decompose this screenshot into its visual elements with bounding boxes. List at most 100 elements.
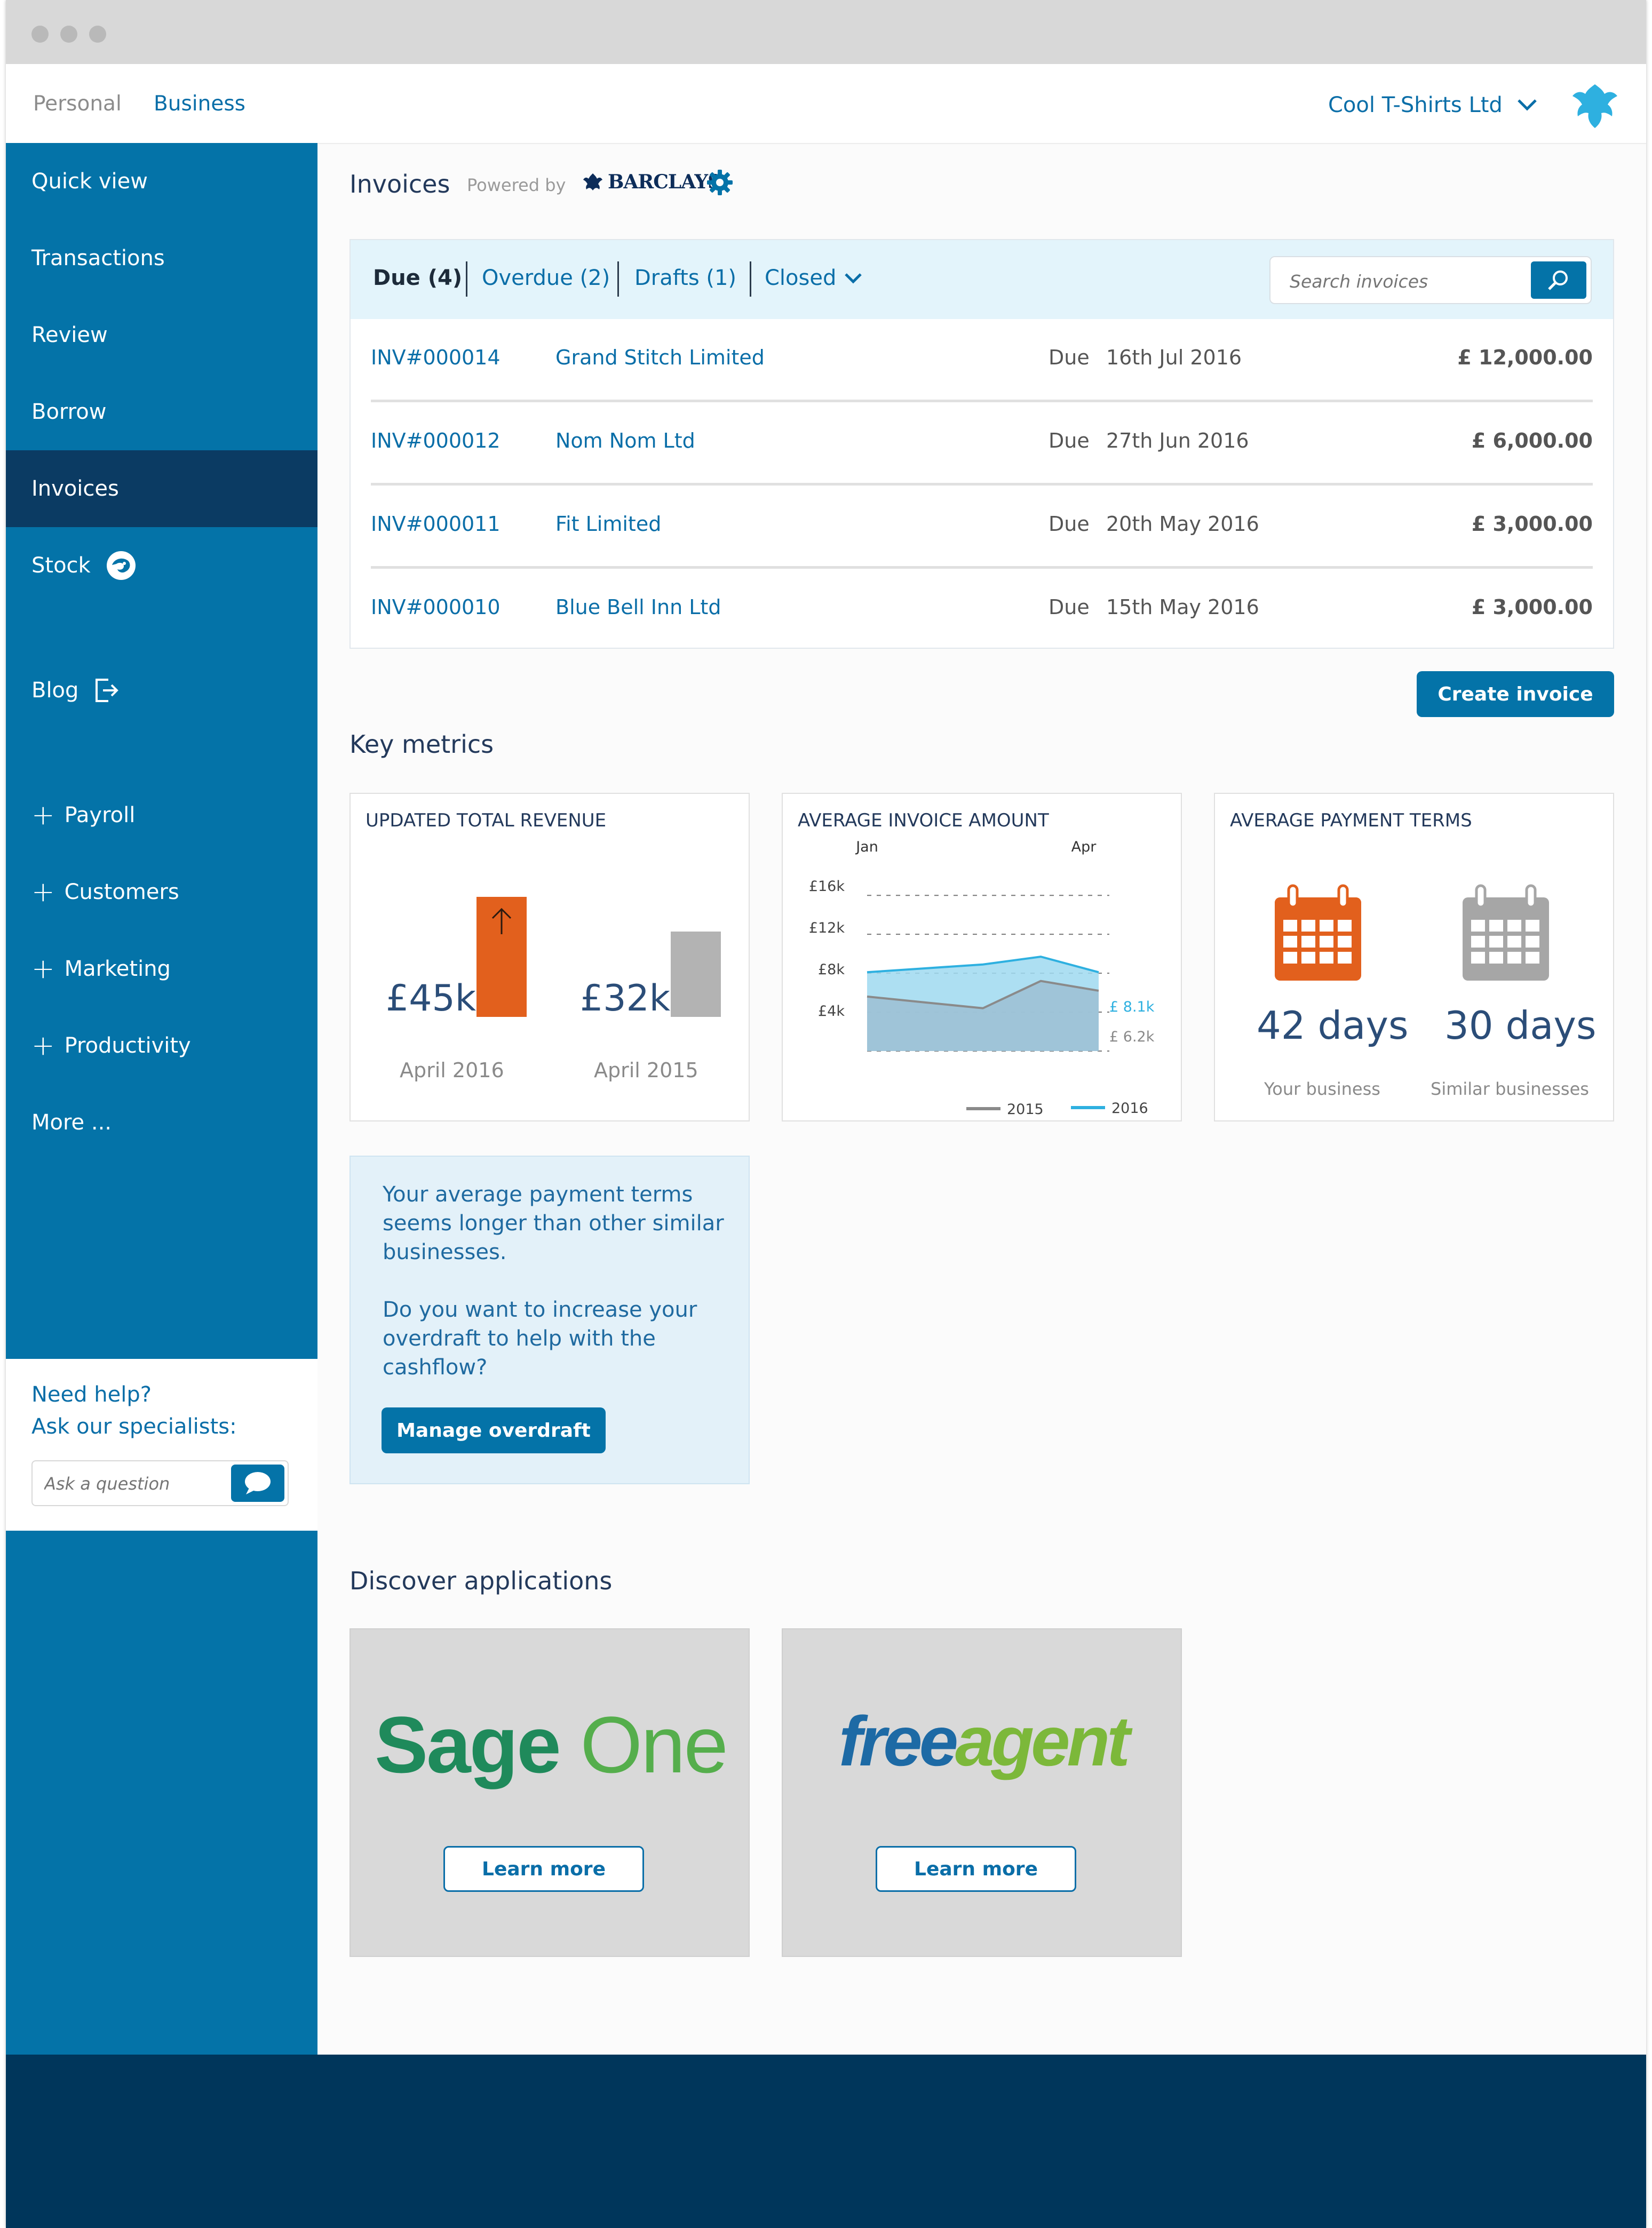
- arrow-up-icon: [491, 908, 512, 934]
- revenue-current-label: April 2016: [400, 1059, 504, 1082]
- tab-closed[interactable]: Closed: [765, 266, 863, 290]
- x-tick-label: Jan: [855, 839, 878, 855]
- invoice-amount: £ 3,000.00: [1471, 595, 1593, 619]
- invoice-row[interactable]: INV#000011 Fit Limited Due 20th May 2016…: [371, 486, 1593, 569]
- sidebar-item-quick-view[interactable]: Quick view: [6, 143, 317, 220]
- sidebar-item-label: Marketing: [64, 957, 171, 981]
- invoice-due-date: 15th May 2016: [1106, 595, 1259, 619]
- tab-divider: [750, 261, 751, 297]
- avg-invoice-chart: Jan Apr £16k £12k £8k £4k £ 8.1k £ 6.2k …: [809, 839, 1155, 1118]
- invoice-due-label: Due: [1049, 346, 1090, 369]
- sidebar-item-more[interactable]: More ...: [6, 1084, 317, 1161]
- sidebar-item-blog[interactable]: Blog: [6, 652, 317, 729]
- company-name: Cool T-Shirts Ltd: [1328, 93, 1503, 117]
- invoice-panel: Due (4) Overdue (2) Drafts (1) Closed Se…: [350, 239, 1614, 649]
- ask-question-box: [31, 1460, 289, 1506]
- y-tick-label: £4k: [818, 1003, 845, 1020]
- manage-overdraft-button[interactable]: Manage overdraft: [382, 1407, 606, 1453]
- tab-overdue[interactable]: Overdue (2): [482, 266, 610, 290]
- invoice-customer[interactable]: Nom Nom Ltd: [555, 429, 695, 452]
- chevron-down-icon: [1518, 99, 1537, 111]
- help-subtitle: Ask our specialists:: [31, 1414, 237, 1439]
- ask-question-input[interactable]: [43, 1468, 227, 1500]
- sidebar-item-payroll[interactable]: + Payroll: [6, 777, 317, 854]
- window-maximize-dot[interactable]: [89, 26, 106, 43]
- sidebar-item-label: Blog: [31, 678, 79, 703]
- sidebar-item-customers[interactable]: + Customers: [6, 854, 317, 930]
- your-business-label: Your business: [1264, 1079, 1380, 1099]
- invoice-id[interactable]: INV#000010: [371, 595, 501, 619]
- gear-icon[interactable]: [706, 169, 734, 196]
- similar-businesses-label: Similar businesses: [1431, 1079, 1589, 1099]
- payment-terms-card: AVERAGE PAYMENT TERMS 42 days 30 days Yo…: [1214, 793, 1614, 1121]
- legend-2015-label: 2015: [1007, 1101, 1044, 1118]
- invoice-search: [1269, 256, 1592, 304]
- main-content: Invoices Powered by BARCLAYS Due (4) Ove…: [317, 143, 1646, 2055]
- invoice-row[interactable]: INV#000014 Grand Stitch Limited Due 16th…: [371, 319, 1593, 402]
- invoice-tabs: Due (4) Overdue (2) Drafts (1) Closed: [351, 240, 1613, 319]
- freeagent-logo-agent: agent: [955, 1702, 1130, 1780]
- app-card-sage-one: Sage One Learn more: [350, 1628, 750, 1957]
- similar-businesses-days: 30 days: [1444, 1003, 1597, 1048]
- chat-button[interactable]: [231, 1465, 284, 1502]
- browser-window: Personal Business Cool T-Shirts Ltd Quic…: [6, 0, 1646, 2228]
- x-tick-label: Apr: [1071, 839, 1097, 855]
- invoice-customer[interactable]: Fit Limited: [555, 512, 661, 536]
- revenue-bar-2016: [476, 897, 527, 1017]
- create-invoice-button[interactable]: Create invoice: [1417, 671, 1614, 717]
- sidebar-item-transactions[interactable]: Transactions: [6, 220, 317, 297]
- series-2016-end-label: £ 8.1k: [1109, 999, 1155, 1015]
- invoice-row[interactable]: INV#000010 Blue Bell Inn Ltd Due 15th Ma…: [371, 569, 1593, 652]
- sidebar-item-stock[interactable]: Stock: [6, 527, 317, 604]
- search-input[interactable]: [1289, 266, 1526, 297]
- calendar-icon-similar-businesses: [1463, 884, 1549, 981]
- stock-partner-icon: [105, 549, 138, 582]
- chat-bubble-icon: [245, 1472, 271, 1494]
- window-close-dot[interactable]: [31, 26, 49, 43]
- sage-logo-word: Sage: [375, 1700, 561, 1789]
- sidebar-item-marketing[interactable]: + Marketing: [6, 930, 317, 1007]
- revenue-current-value: £45k: [386, 977, 476, 1020]
- invoice-customer[interactable]: Grand Stitch Limited: [555, 346, 765, 369]
- plus-icon: +: [31, 953, 55, 985]
- search-button[interactable]: [1531, 261, 1586, 299]
- invoice-customer[interactable]: Blue Bell Inn Ltd: [555, 595, 721, 619]
- nav-personal[interactable]: Personal: [33, 92, 122, 116]
- freeagent-logo-free: free: [838, 1702, 958, 1780]
- tab-divider: [617, 261, 619, 297]
- plus-icon: +: [31, 1030, 55, 1062]
- sidebar-item-borrow[interactable]: Borrow: [6, 373, 317, 450]
- sidebar-item-label: Productivity: [64, 1033, 191, 1058]
- revenue-card-title: UPDATED TOTAL REVENUE: [366, 810, 607, 831]
- avg-invoice-card: AVERAGE INVOICE AMOUNT Jan Apr £16k £12k…: [782, 793, 1182, 1121]
- discover-applications-title: Discover applications: [350, 1566, 613, 1595]
- invoice-id[interactable]: INV#000011: [371, 512, 501, 536]
- tab-due[interactable]: Due (4): [373, 266, 462, 290]
- sage-learn-more-button[interactable]: Learn more: [443, 1846, 644, 1892]
- sidebar-item-productivity[interactable]: + Productivity: [6, 1007, 317, 1084]
- sidebar-item-label: Review: [31, 323, 108, 347]
- advice-text-2: Do you want to increase your overdraft t…: [383, 1298, 697, 1380]
- y-tick-label: £8k: [818, 961, 845, 978]
- window-minimize-dot[interactable]: [60, 26, 77, 43]
- app-card-freeagent: freeagent Learn more: [782, 1628, 1182, 1957]
- tab-drafts[interactable]: Drafts (1): [634, 266, 736, 290]
- series-2015-end-label: £ 6.2k: [1109, 1029, 1155, 1045]
- invoice-due-label: Due: [1049, 429, 1090, 452]
- invoice-row[interactable]: INV#000012 Nom Nom Ltd Due 27th Jun 2016…: [371, 402, 1593, 486]
- advice-text-1: Your average payment terms seems longer …: [383, 1182, 724, 1264]
- invoice-id[interactable]: INV#000012: [371, 429, 501, 452]
- barclays-logo: BARCLAYS: [582, 171, 721, 193]
- sidebar-item-review[interactable]: Review: [6, 297, 317, 373]
- legend-2016-label: 2016: [1111, 1100, 1148, 1117]
- sidebar-item-invoices[interactable]: Invoices: [6, 450, 317, 527]
- company-selector[interactable]: Cool T-Shirts Ltd: [1328, 93, 1538, 117]
- invoice-id[interactable]: INV#000014: [371, 346, 501, 369]
- invoice-due-label: Due: [1049, 595, 1090, 619]
- nav-business[interactable]: Business: [154, 92, 245, 116]
- key-metrics-title: Key metrics: [350, 730, 494, 759]
- freeagent-learn-more-button[interactable]: Learn more: [876, 1846, 1076, 1892]
- external-link-icon: [92, 677, 120, 704]
- invoice-due-date: 20th May 2016: [1106, 512, 1259, 536]
- revenue-bar-2015: [671, 932, 721, 1017]
